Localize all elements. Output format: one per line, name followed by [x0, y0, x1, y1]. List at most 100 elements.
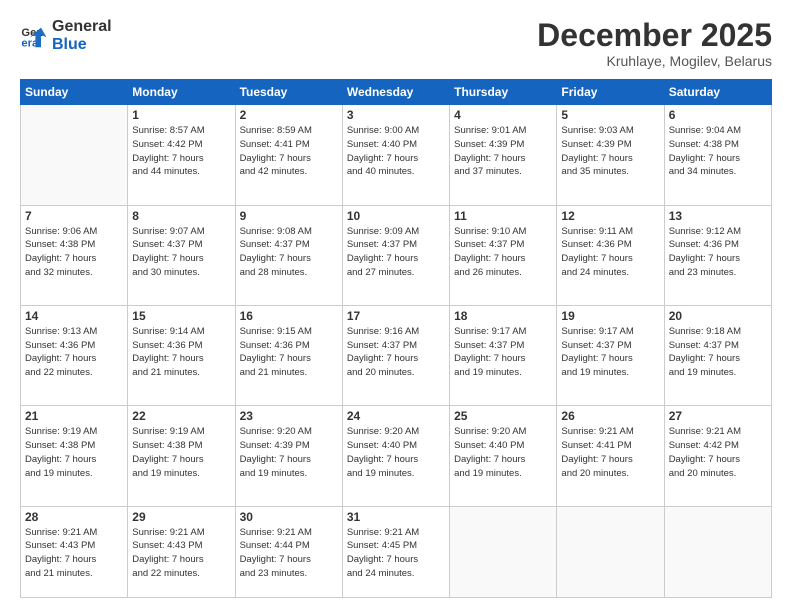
day-info: Sunrise: 8:57 AM Sunset: 4:42 PM Dayligh…: [132, 124, 230, 179]
calendar-cell: 30 Sunrise: 9:21 AM Sunset: 4:44 PM Dayli…: [235, 506, 342, 597]
day-number: 4: [454, 108, 552, 122]
day-info: Sunrise: 9:20 AM Sunset: 4:39 PM Dayligh…: [240, 425, 338, 480]
day-info: Sunrise: 9:09 AM Sunset: 4:37 PM Dayligh…: [347, 225, 445, 280]
calendar-cell: 1 Sunrise: 8:57 AM Sunset: 4:42 PM Daylig…: [128, 105, 235, 205]
calendar-cell: 16 Sunrise: 9:15 AM Sunset: 4:36 PM Dayli…: [235, 305, 342, 405]
day-number: 14: [25, 309, 123, 323]
calendar-cell: 11Sunrise: 9:10 AM Sunset: 4:37 PM Dayli…: [450, 205, 557, 305]
header: Gen eral General Blue December 2025 Kruh…: [20, 18, 772, 69]
calendar-cell: 24 Sunrise: 9:20 AM Sunset: 4:40 PM Dayli…: [342, 406, 449, 506]
day-number: 13: [669, 209, 767, 223]
day-info: Sunrise: 9:15 AM Sunset: 4:36 PM Dayligh…: [240, 325, 338, 380]
day-number: 2: [240, 108, 338, 122]
calendar-cell: 13 Sunrise: 9:12 AM Sunset: 4:36 PM Dayli…: [664, 205, 771, 305]
day-number: 18: [454, 309, 552, 323]
calendar-cell: [450, 506, 557, 597]
day-number: 21: [25, 409, 123, 423]
weekday-saturday: Saturday: [664, 80, 771, 105]
calendar-cell: 28Sunrise: 9:21 AM Sunset: 4:43 PM Dayli…: [21, 506, 128, 597]
calendar-week-5: 28 Sunrise: 9:21 AM Sunset: 4:43 PM Dayli…: [21, 506, 772, 597]
calendar-cell: 21 Sunrise: 9:19 AM Sunset: 4:38 PM Dayli…: [21, 406, 128, 506]
day-number: 31: [347, 510, 445, 524]
day-number: 10: [347, 209, 445, 223]
weekday-friday: Friday: [557, 80, 664, 105]
day-info: Sunrise: 9:03 AM Sunset: 4:39 PM Dayligh…: [561, 124, 659, 179]
day-info: Sunrise: 9:08 AM Sunset: 4:37 PM Dayligh…: [240, 225, 338, 280]
day-info: Sunrise: 9:17 AM Sunset: 4:37 PM Dayligh…: [454, 325, 552, 380]
calendar-week-3: 14Sunrise: 9:13 AM Sunset: 4:36 PM Dayli…: [21, 305, 772, 405]
weekday-monday: Monday: [128, 80, 235, 105]
calendar-cell: 7Sunrise: 9:06 AM Sunset: 4:38 PM Daylig…: [21, 205, 128, 305]
logo: Gen eral General Blue: [20, 18, 112, 53]
calendar-cell: 25Sunrise: 9:20 AM Sunset: 4:40 PM Dayli…: [450, 406, 557, 506]
calendar-cell: 26Sunrise: 9:21 AM Sunset: 4:41 PM Dayli…: [557, 406, 664, 506]
day-number: 15: [132, 309, 230, 323]
calendar-cell: 20 Sunrise: 9:18 AM Sunset: 4:37 PM Dayli…: [664, 305, 771, 405]
day-number: 25: [454, 409, 552, 423]
location-subtitle: Kruhlaye, Mogilev, Belarus: [537, 53, 772, 69]
calendar-cell: 3Sunrise: 9:00 AM Sunset: 4:40 PM Daylig…: [342, 105, 449, 205]
day-number: 1: [132, 108, 230, 122]
calendar-cell: 8Sunrise: 9:07 AM Sunset: 4:37 PM Daylig…: [128, 205, 235, 305]
calendar-cell: 17 Sunrise: 9:16 AM Sunset: 4:37 PM Dayli…: [342, 305, 449, 405]
calendar-cell: 14Sunrise: 9:13 AM Sunset: 4:36 PM Dayli…: [21, 305, 128, 405]
calendar-cell: 18 Sunrise: 9:17 AM Sunset: 4:37 PM Dayli…: [450, 305, 557, 405]
calendar-cell: 15 Sunrise: 9:14 AM Sunset: 4:36 PM Dayli…: [128, 305, 235, 405]
calendar-cell: 6 Sunrise: 9:04 AM Sunset: 4:38 PM Daylig…: [664, 105, 771, 205]
day-info: Sunrise: 9:21 AM Sunset: 4:43 PM Dayligh…: [132, 526, 230, 581]
logo-icon: Gen eral: [20, 22, 48, 50]
day-info: Sunrise: 9:21 AM Sunset: 4:45 PM Dayligh…: [347, 526, 445, 581]
day-number: 17: [347, 309, 445, 323]
weekday-header-row: SundayMondayTuesdayWednesdayThursdayFrid…: [21, 80, 772, 105]
day-info: Sunrise: 9:21 AM Sunset: 4:41 PM Dayligh…: [561, 425, 659, 480]
day-number: 12: [561, 209, 659, 223]
day-info: Sunrise: 9:19 AM Sunset: 4:38 PM Dayligh…: [132, 425, 230, 480]
calendar-cell: [557, 506, 664, 597]
day-info: Sunrise: 9:14 AM Sunset: 4:36 PM Dayligh…: [132, 325, 230, 380]
day-info: Sunrise: 9:12 AM Sunset: 4:36 PM Dayligh…: [669, 225, 767, 280]
weekday-tuesday: Tuesday: [235, 80, 342, 105]
weekday-thursday: Thursday: [450, 80, 557, 105]
day-info: Sunrise: 9:18 AM Sunset: 4:37 PM Dayligh…: [669, 325, 767, 380]
calendar-cell: [664, 506, 771, 597]
logo-text-line1: General: [52, 18, 112, 36]
day-number: 23: [240, 409, 338, 423]
calendar-week-4: 21 Sunrise: 9:19 AM Sunset: 4:38 PM Dayli…: [21, 406, 772, 506]
calendar-cell: 2 Sunrise: 8:59 AM Sunset: 4:41 PM Daylig…: [235, 105, 342, 205]
day-info: Sunrise: 9:00 AM Sunset: 4:40 PM Dayligh…: [347, 124, 445, 179]
month-title: December 2025: [537, 18, 772, 53]
weekday-wednesday: Wednesday: [342, 80, 449, 105]
day-info: Sunrise: 9:01 AM Sunset: 4:39 PM Dayligh…: [454, 124, 552, 179]
day-info: Sunrise: 8:59 AM Sunset: 4:41 PM Dayligh…: [240, 124, 338, 179]
day-info: Sunrise: 9:17 AM Sunset: 4:37 PM Dayligh…: [561, 325, 659, 380]
calendar-cell: [21, 105, 128, 205]
calendar-cell: 4 Sunrise: 9:01 AM Sunset: 4:39 PM Daylig…: [450, 105, 557, 205]
day-number: 8: [132, 209, 230, 223]
day-number: 24: [347, 409, 445, 423]
title-block: December 2025 Kruhlaye, Mogilev, Belarus: [537, 18, 772, 69]
day-info: Sunrise: 9:20 AM Sunset: 4:40 PM Dayligh…: [347, 425, 445, 480]
day-info: Sunrise: 9:11 AM Sunset: 4:36 PM Dayligh…: [561, 225, 659, 280]
day-number: 6: [669, 108, 767, 122]
day-number: 27: [669, 409, 767, 423]
calendar-cell: 29Sunrise: 9:21 AM Sunset: 4:43 PM Dayli…: [128, 506, 235, 597]
calendar-week-1: 1 Sunrise: 8:57 AM Sunset: 4:42 PM Daylig…: [21, 105, 772, 205]
calendar-cell: 5Sunrise: 9:03 AM Sunset: 4:39 PM Daylig…: [557, 105, 664, 205]
calendar-cell: 12 Sunrise: 9:11 AM Sunset: 4:36 PM Dayli…: [557, 205, 664, 305]
calendar-cell: 9Sunrise: 9:08 AM Sunset: 4:37 PM Daylig…: [235, 205, 342, 305]
day-info: Sunrise: 9:21 AM Sunset: 4:44 PM Dayligh…: [240, 526, 338, 581]
calendar-cell: 31 Sunrise: 9:21 AM Sunset: 4:45 PM Dayli…: [342, 506, 449, 597]
calendar-week-2: 7Sunrise: 9:06 AM Sunset: 4:38 PM Daylig…: [21, 205, 772, 305]
day-info: Sunrise: 9:04 AM Sunset: 4:38 PM Dayligh…: [669, 124, 767, 179]
day-info: Sunrise: 9:19 AM Sunset: 4:38 PM Dayligh…: [25, 425, 123, 480]
day-number: 7: [25, 209, 123, 223]
day-number: 28: [25, 510, 123, 524]
day-number: 16: [240, 309, 338, 323]
day-info: Sunrise: 9:16 AM Sunset: 4:37 PM Dayligh…: [347, 325, 445, 380]
calendar-cell: 27Sunrise: 9:21 AM Sunset: 4:42 PM Dayli…: [664, 406, 771, 506]
calendar-cell: 10 Sunrise: 9:09 AM Sunset: 4:37 PM Dayli…: [342, 205, 449, 305]
day-number: 20: [669, 309, 767, 323]
day-number: 30: [240, 510, 338, 524]
day-number: 22: [132, 409, 230, 423]
calendar-table: SundayMondayTuesdayWednesdayThursdayFrid…: [20, 79, 772, 598]
